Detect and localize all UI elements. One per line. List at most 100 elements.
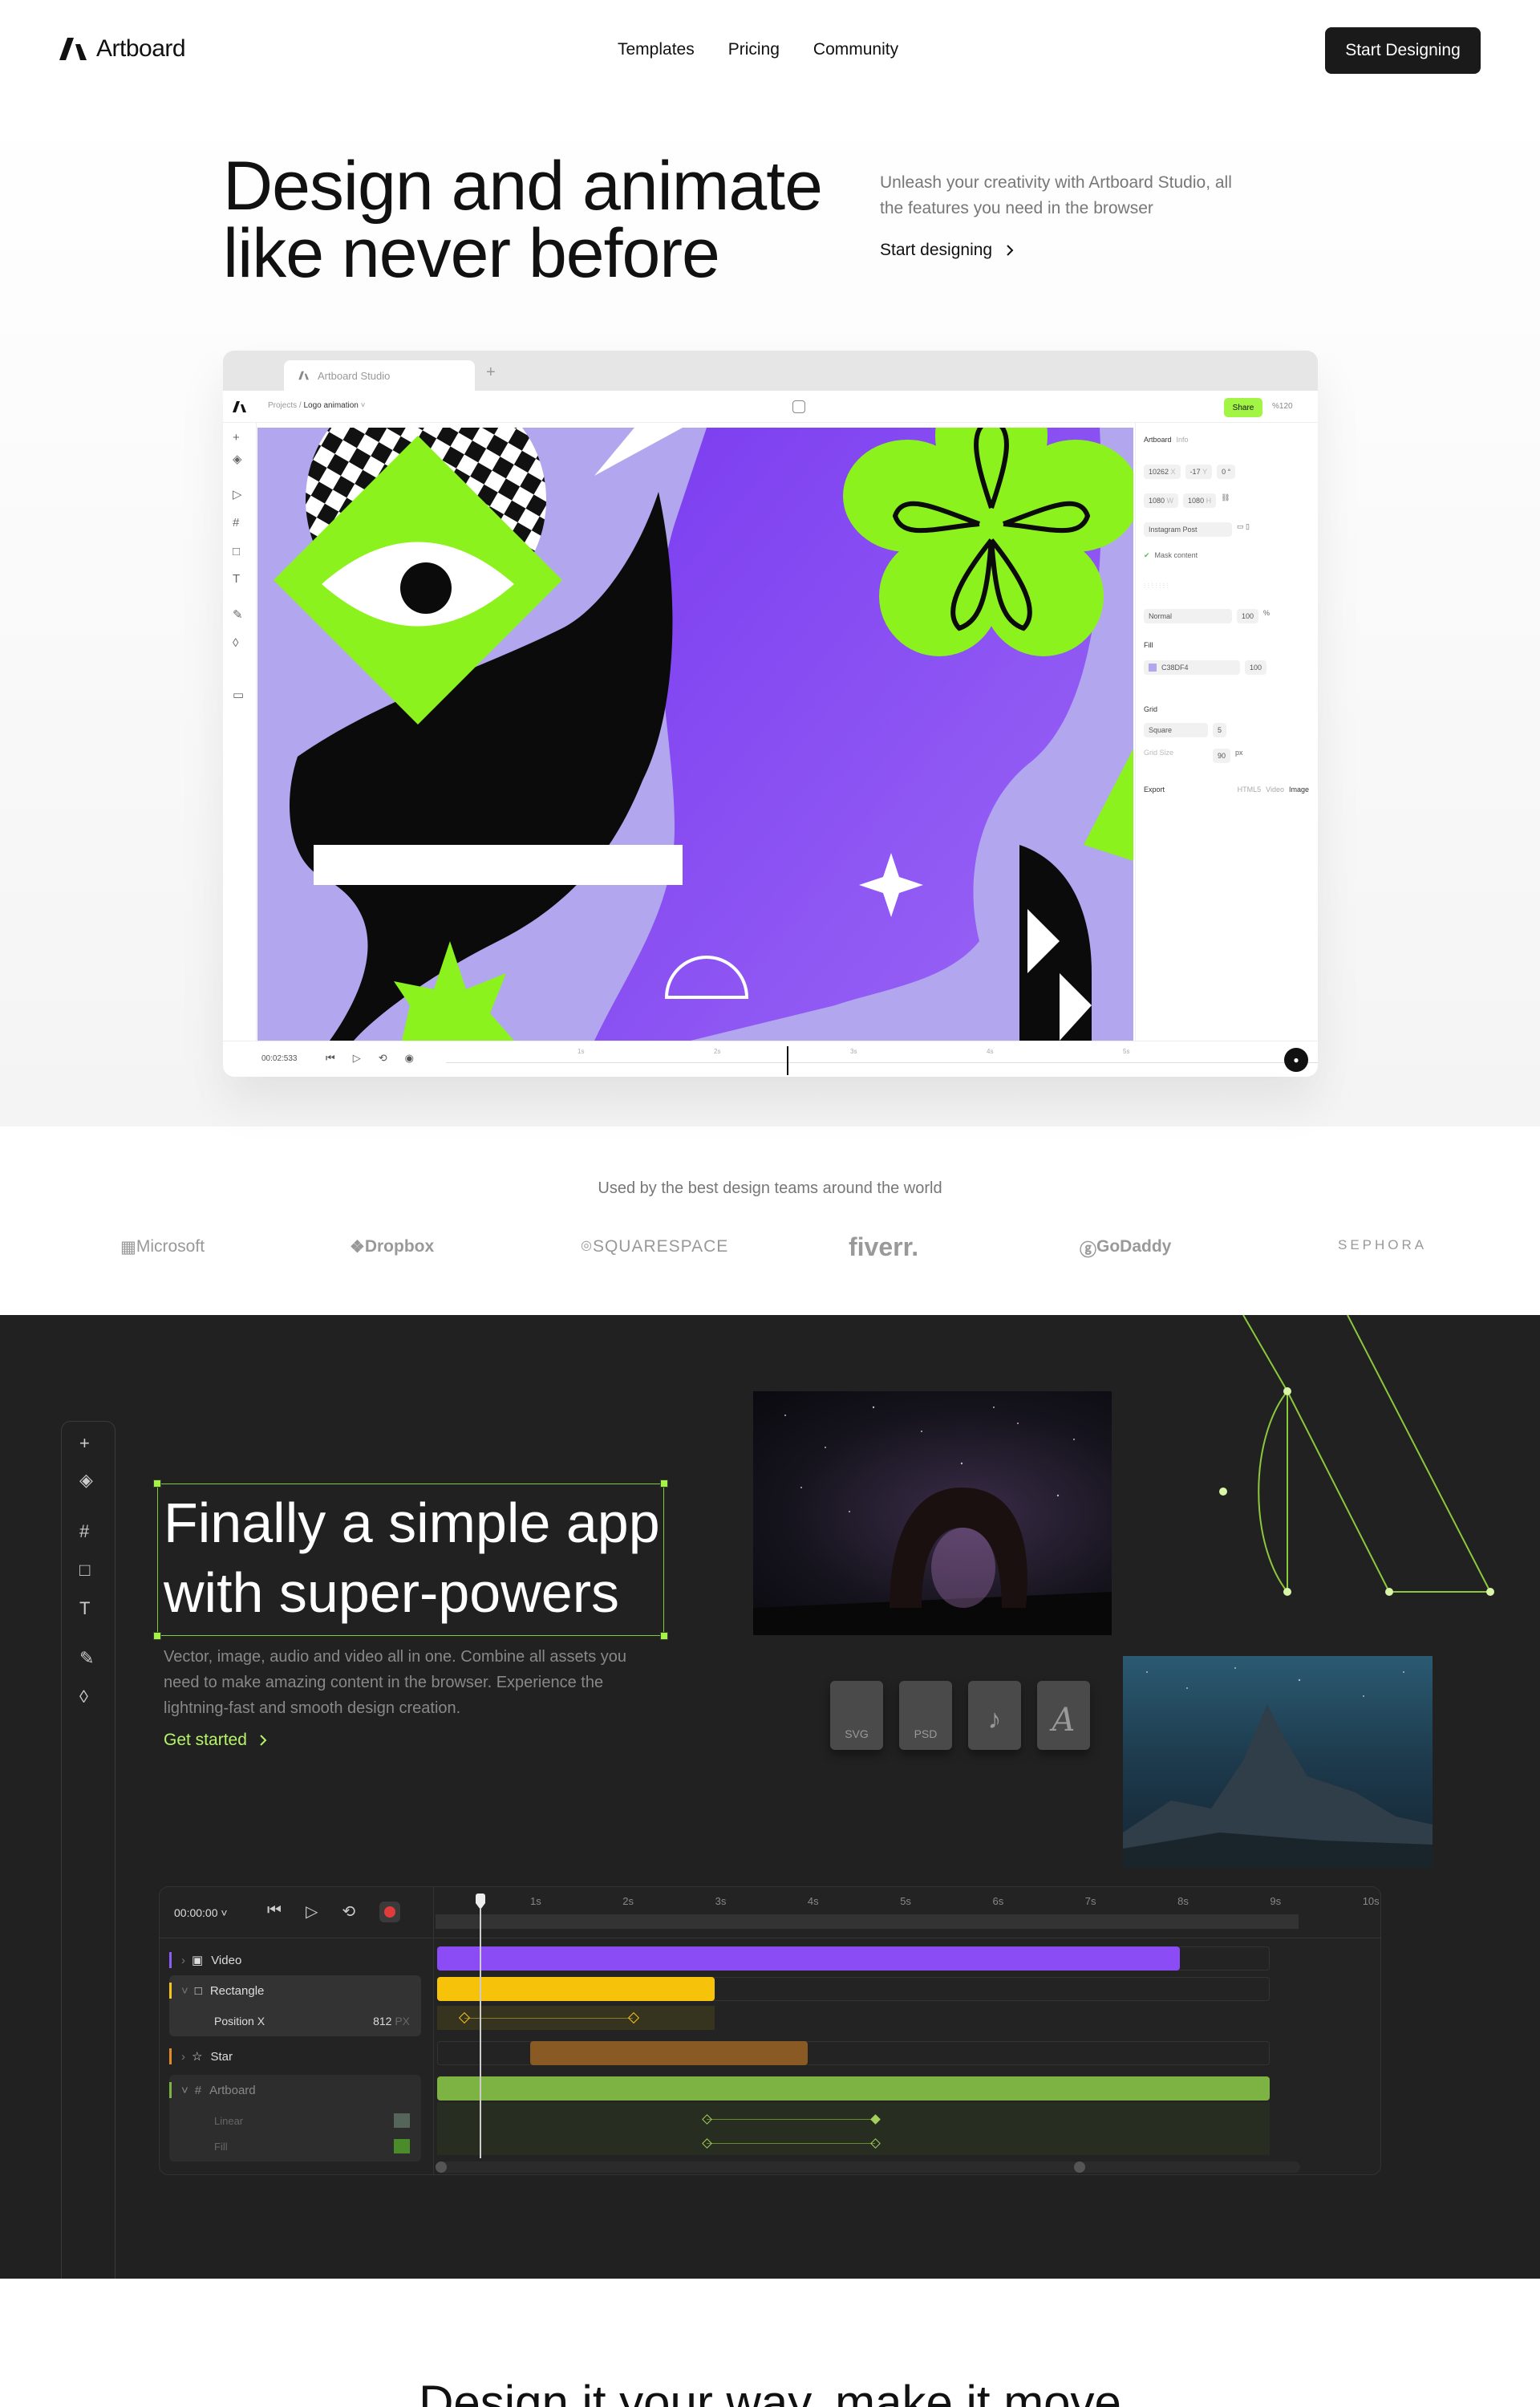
brand-name: Artboard <box>96 35 186 62</box>
fill-opacity-field[interactable]: 100 <box>1245 660 1267 675</box>
get-started-link[interactable]: Get started <box>164 1731 268 1750</box>
breadcrumb[interactable]: Projects / Logo animation ˅ <box>268 401 365 410</box>
timeline-tick-10s: 10s <box>1362 1895 1380 1907</box>
app-timecode[interactable]: 00:02:533 <box>261 1054 298 1063</box>
property-position-x[interactable]: Position X 812 PX <box>169 2006 421 2036</box>
collapse-icon[interactable]: ˅ <box>181 2084 188 2097</box>
share-button[interactable]: Share <box>1224 398 1262 417</box>
align-icons[interactable]: ⫶ ⫶ ⫶ ⫶ ⫶ ⫶ ⫶ <box>1144 582 1169 591</box>
shape-icon[interactable]: □ <box>79 1560 90 1581</box>
timeline-tick-4s: 4s <box>807 1895 819 1907</box>
nav-link-templates[interactable]: Templates <box>618 40 695 59</box>
brush-icon[interactable]: ◊ <box>79 1687 88 1707</box>
rotation-field[interactable]: 0 ° <box>1217 465 1236 479</box>
expand-icon[interactable]: › <box>181 1954 185 1967</box>
scroll-end-handle[interactable] <box>1074 2161 1085 2173</box>
app-logo-icon[interactable] <box>233 400 247 413</box>
export-html5[interactable]: HTML5 <box>1238 785 1262 794</box>
start-designing-link[interactable]: Start designing <box>880 241 1015 260</box>
add-icon[interactable]: + <box>79 1433 90 1454</box>
zoom-level[interactable]: %120 <box>1272 402 1293 411</box>
export-image[interactable]: Image <box>1289 785 1309 794</box>
layer-rectangle[interactable]: ˅ □ Rectangle <box>169 1975 421 2006</box>
record-icon[interactable]: ◉ <box>405 1052 414 1065</box>
app-timeline: 00:02:533 ⏮ ▷ ⟲ ◉ 1s 2s 3s 4s 5s ● <box>223 1041 1318 1077</box>
layers-icon[interactable]: ◈ <box>79 1470 93 1491</box>
grid-type-select[interactable]: Square <box>1144 723 1208 737</box>
dark-toolbar: + ◈ # □ T ✎ ◊ <box>61 1421 116 2279</box>
select-icon[interactable]: ▷ <box>233 487 242 501</box>
export-video[interactable]: Video <box>1266 785 1284 794</box>
fill-hex: C38DF4 <box>1161 664 1189 672</box>
app-timeline-track[interactable] <box>446 1062 1318 1063</box>
shape-icon[interactable]: □ <box>233 545 240 558</box>
nav-link-community[interactable]: Community <box>813 40 898 59</box>
hero-title-line1: Design and animate <box>223 148 823 225</box>
clip-artboard[interactable] <box>437 2076 1270 2101</box>
expand-icon[interactable]: › <box>181 2050 185 2064</box>
layer-video[interactable]: › ▣ Video <box>169 1945 421 1975</box>
brush-icon[interactable]: ◊ <box>233 636 238 650</box>
x-field[interactable]: 10262 X <box>1144 465 1181 479</box>
clip-rectangle[interactable] <box>437 1977 715 2001</box>
grid-count-field[interactable]: 5 <box>1213 723 1227 737</box>
orientation-icon[interactable]: ▭ ▯ <box>1237 522 1250 537</box>
resize-handle-bl[interactable] <box>153 1632 161 1640</box>
y-field[interactable]: -17 Y <box>1185 465 1213 479</box>
add-icon[interactable]: + <box>233 431 240 444</box>
layers-icon[interactable]: ◈ <box>233 452 242 466</box>
features-title: Finally a simple app with super-powers <box>164 1488 693 1628</box>
w-field[interactable]: 1080 W <box>1144 493 1179 508</box>
property-fill[interactable]: Fill <box>169 2131 421 2161</box>
layer-star[interactable]: › ☆ Star <box>169 2041 421 2072</box>
browser-tab[interactable]: Artboard Studio <box>284 360 475 391</box>
frame-icon[interactable]: # <box>79 1521 89 1542</box>
export-file-icon[interactable] <box>792 400 805 413</box>
position-x-value: 812 <box>373 2015 392 2027</box>
skip-back-icon[interactable]: ⏮ <box>326 1052 335 1065</box>
text-icon[interactable]: T <box>79 1598 90 1619</box>
brand-logo[interactable]: Artboard <box>59 35 186 63</box>
app-playhead[interactable] <box>787 1046 788 1075</box>
pen-icon[interactable]: ✎ <box>79 1648 94 1669</box>
blend-mode-select[interactable]: Normal <box>1144 609 1232 623</box>
scroll-start-handle[interactable] <box>436 2161 447 2173</box>
layer-artboard[interactable]: ˅ # Artboard <box>169 2075 421 2105</box>
opacity-field[interactable]: 100 <box>1237 609 1259 623</box>
link-icon[interactable]: ⛓ <box>1221 493 1230 508</box>
preset-select[interactable]: Instagram Post <box>1144 522 1232 537</box>
timeline-ruler[interactable] <box>436 1914 1299 1929</box>
logo-fiverr: fiverr. <box>849 1232 919 1261</box>
fill-color-field[interactable]: C38DF4 <box>1144 660 1240 675</box>
grid-size-field[interactable]: 90 <box>1213 749 1231 763</box>
nav-link-pricing[interactable]: Pricing <box>728 40 780 59</box>
resize-handle-br[interactable] <box>660 1632 668 1640</box>
text-icon[interactable]: T <box>233 572 240 586</box>
clip-video[interactable] <box>437 1946 1180 1971</box>
mask-check-icon[interactable]: ✔ <box>1144 551 1150 560</box>
timeline-scrollbar[interactable] <box>437 2161 1300 2173</box>
panel-tab-info[interactable]: Info <box>1177 436 1189 444</box>
frame-icon[interactable]: # <box>233 516 239 530</box>
new-tab-icon[interactable]: + <box>486 363 496 382</box>
chat-icon[interactable]: ● <box>1284 1048 1308 1072</box>
left-toolbar: + ◈ ▷ # □ T ✎ ◊ ▭ <box>223 423 257 1041</box>
h-label: H <box>1206 497 1212 505</box>
h-field[interactable]: 1080 H <box>1183 493 1217 508</box>
pen-icon[interactable]: ✎ <box>233 607 243 622</box>
play-icon[interactable]: ▷ <box>353 1052 361 1065</box>
timeline-panel: 00:00:00 ˅ ⏮ ▷ ⟲ 1s 2s 3s 4s 5s 6s 7s 8s 9s 10s ›… <box>159 1886 1381 2175</box>
start-designing-button[interactable]: Start Designing <box>1325 27 1481 74</box>
panel-tab-artboard[interactable]: Artboard <box>1144 436 1172 444</box>
collapse-icon[interactable]: ˅ <box>181 1984 188 1998</box>
logo-squarespace-text: SQUARESPACE <box>592 1237 729 1256</box>
start-designing-label: Start designing <box>880 241 993 259</box>
design-canvas[interactable] <box>257 428 1133 1041</box>
layer-artboard-name: Artboard <box>209 2083 256 2097</box>
resize-handle-tl[interactable] <box>153 1480 161 1488</box>
loop-icon[interactable]: ⟲ <box>379 1052 387 1065</box>
resize-handle-tr[interactable] <box>660 1480 668 1488</box>
h-value: 1080 <box>1188 497 1205 505</box>
folder-icon[interactable]: ▭ <box>233 688 244 702</box>
clip-star[interactable] <box>530 2041 808 2065</box>
